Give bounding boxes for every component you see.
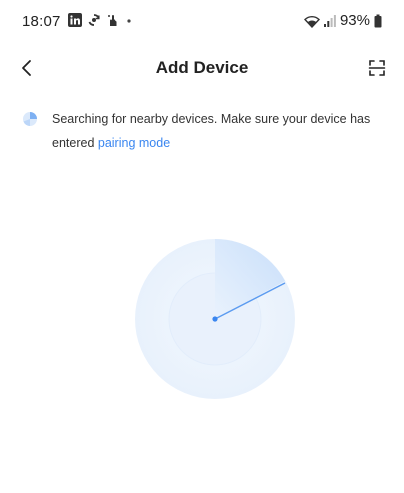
header: Add Device — [0, 50, 404, 86]
searching-indicator-icon — [22, 111, 38, 127]
scan-icon — [368, 59, 386, 77]
scan-button[interactable] — [364, 55, 390, 81]
radar-animation — [128, 232, 302, 406]
status-notification-icons — [68, 12, 133, 28]
battery-icon — [374, 14, 382, 28]
radar-center-dot — [212, 316, 218, 322]
wifi-icon — [303, 14, 320, 28]
signal-icon — [323, 14, 336, 28]
hint-text: Searching for nearby devices. Make sure … — [52, 107, 392, 155]
hand-icon — [106, 13, 120, 27]
sync-app-icon — [87, 13, 101, 27]
battery-percent: 93% — [339, 12, 370, 29]
status-right: 93% — [303, 12, 382, 29]
status-bar: 18:07 93% — [0, 0, 404, 34]
linkedin-icon — [68, 13, 82, 27]
pairing-mode-link[interactable]: pairing mode — [98, 136, 170, 150]
status-time: 18:07 — [22, 13, 61, 30]
page-title: Add Device — [155, 58, 249, 77]
dot-icon — [125, 13, 133, 27]
